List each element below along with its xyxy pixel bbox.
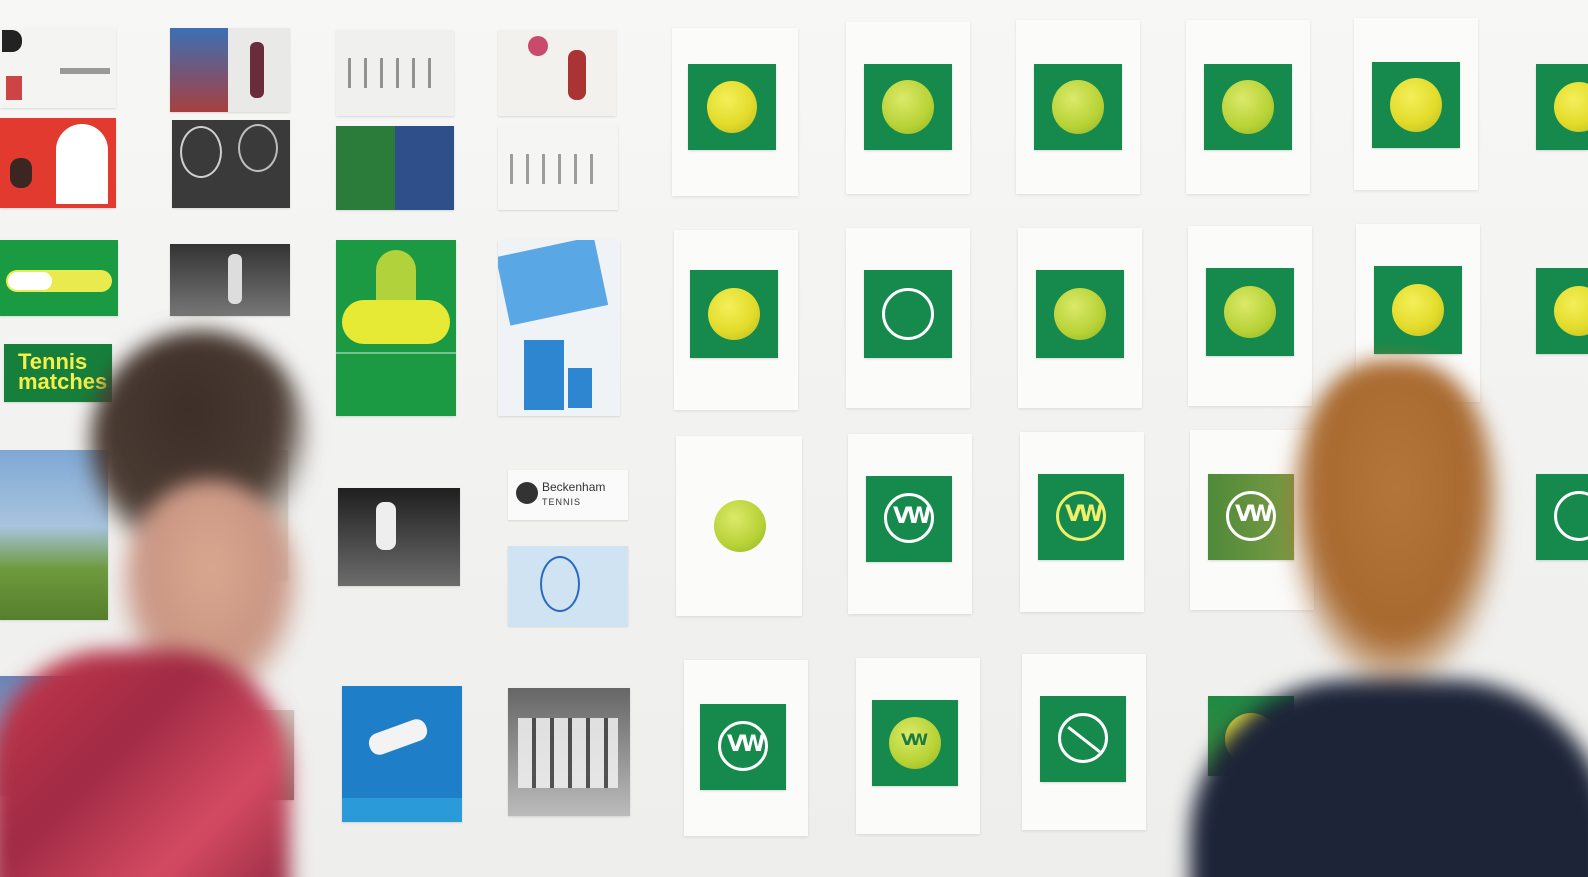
poster-team-bw [508,688,630,816]
logo-green-square [1536,64,1588,150]
tennis-ball-outline-icon [882,288,934,340]
wv-monogram-icon: VW [727,732,765,757]
poster-blue-stationery [498,240,620,416]
wv-monogram-icon: VW [1065,502,1103,527]
logo-green-square: VW [872,700,958,786]
logo-green-square: VW [1038,474,1124,560]
poster-yellow-balls [336,240,456,416]
tennis-ball-icon [1392,284,1444,336]
brand-logo-icon [516,482,538,504]
poster-figures-color [498,30,616,116]
logo-green-square [1036,270,1124,358]
wv-monogram-icon: VW [893,504,931,529]
tennis-ball-icon [707,81,757,133]
racket-head-icon [180,126,222,178]
tennis-ball-icon [1222,80,1274,134]
tennis-ball-icon [882,80,934,134]
logo-green-square: VW [700,704,786,790]
racket-head-icon [540,556,580,612]
brand-card-name: Beckenham TENNIS [542,480,605,508]
tennis-ball-icon [708,288,760,340]
brand-name: Beckenham [542,480,606,494]
poster-figure-strip-1 [336,30,454,116]
tennis-ball-icon [1052,80,1104,134]
logo-green-square [1374,266,1462,354]
poster-d-layout [0,28,116,108]
poster-player-lunge [338,488,460,586]
racket-head-icon [238,124,278,172]
logo-green-square [1034,64,1122,150]
tennis-ball-icon [1224,286,1276,338]
poster-figure-strip-2 [498,126,618,210]
logo-green-square [1536,268,1588,354]
poster-player-bw [170,244,290,316]
wv-monogram-icon: VW [901,730,928,749]
person-left-blurred [0,330,320,877]
tennis-ball-icon [1554,286,1588,336]
logo-green-square [864,64,952,150]
poster-green-band [0,240,118,316]
tennis-ball-icon [1054,288,1106,340]
logo-green-square [1040,696,1126,782]
poster-magazine-cover [170,28,290,112]
poster-green-court [336,126,454,210]
tennis-ball-logo-icon [714,500,766,552]
photo-scene: Tennis matches Beckenham TENNIS VW VW VW… [0,0,1588,877]
poster-red-letters [0,118,116,208]
logo-green-square: VW [866,476,952,562]
tennis-ball-icon [1390,78,1442,132]
logo-green-square [864,270,952,358]
person-right-blurred [1150,350,1588,877]
logo-green-square [1206,268,1294,356]
poster-rackets [172,120,290,208]
tennis-ball-icon [1554,82,1588,132]
logo-green-square [690,270,778,358]
logo-green-square [688,64,776,150]
logo-green-square [1372,62,1460,148]
poster-racket-closeup [508,546,628,626]
logo-green-square [1204,64,1292,150]
poster-brand-card: Beckenham TENNIS [508,470,628,520]
brand-sub: TENNIS [542,497,582,507]
poster-blue-serve [342,686,462,822]
